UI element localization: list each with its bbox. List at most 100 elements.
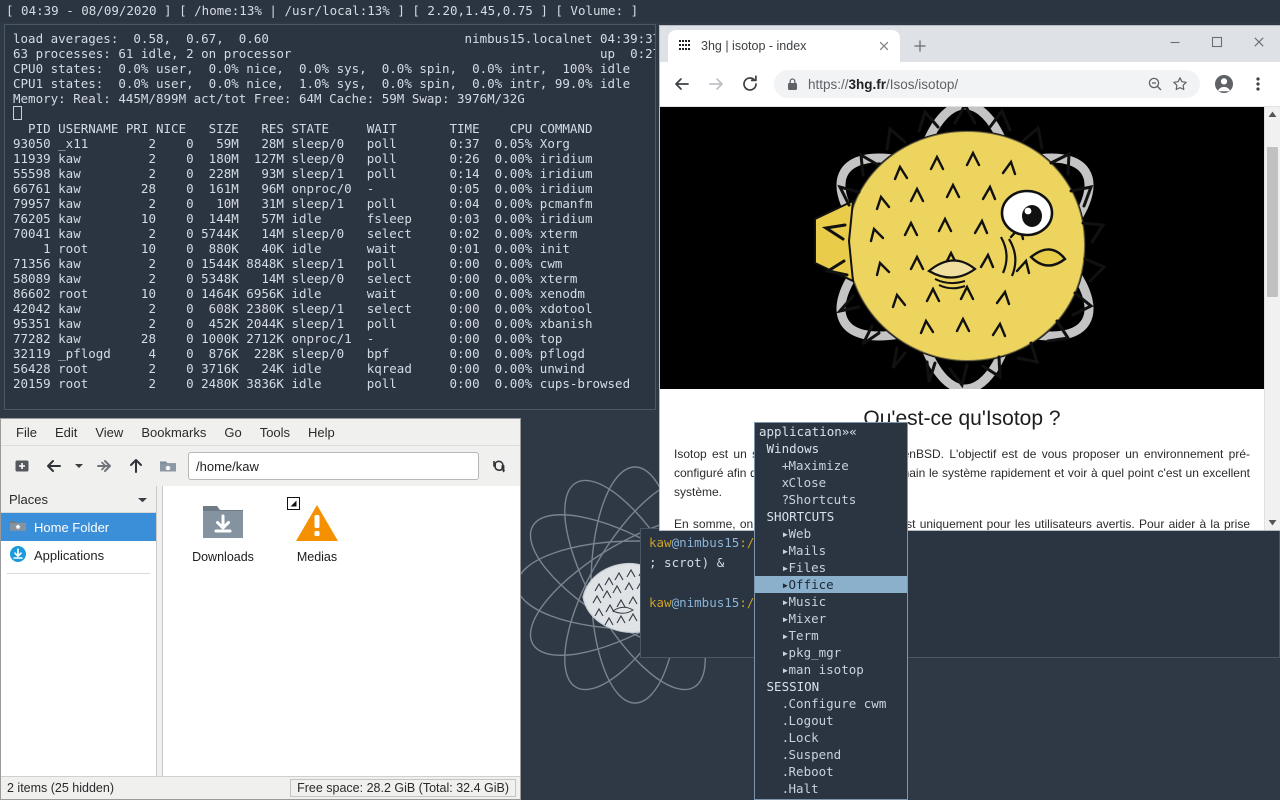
new-window-icon[interactable] xyxy=(7,451,37,481)
parent-folder-up-arrow-icon[interactable] xyxy=(121,451,151,481)
cwm-menu-item-close[interactable]: x Close xyxy=(755,474,907,491)
sidebar-item-home-label: Home Folder xyxy=(34,520,109,535)
cwm-menu-item-marker: ▸ xyxy=(759,628,781,643)
cwm-menu-item-pkg-mgr[interactable]: ▸ pkg_mgr xyxy=(755,644,907,661)
file-manager-toolbar: /home/kaw xyxy=(1,446,520,486)
menu-file[interactable]: File xyxy=(7,422,46,443)
cwm-menu-item-label: Mixer xyxy=(781,611,826,626)
menu-help[interactable]: Help xyxy=(299,422,344,443)
grid-dots-favicon-icon xyxy=(679,39,693,54)
file-listing-pane[interactable]: Downloads Medias xyxy=(163,486,520,776)
browser-tab[interactable]: 3hg | isotop - index xyxy=(668,30,900,62)
forward-arrow-icon[interactable] xyxy=(89,451,119,481)
cwm-menu-item-label: Logout xyxy=(781,713,834,728)
menu-edit[interactable]: Edit xyxy=(46,422,86,443)
cwm-menu-item-marker: . xyxy=(759,730,781,745)
cwm-menu-item-shortcuts[interactable]: ? Shortcuts xyxy=(755,491,907,508)
cwm-menu-item-man-isotop[interactable]: ▸ man isotop xyxy=(755,661,907,678)
cwm-menu-section-session: SESSION xyxy=(755,678,907,695)
cwm-menu-item-office[interactable]: ▸ Office xyxy=(755,576,907,593)
web-page[interactable]: Ou'est-ce qu'Isotop ? Isotop est un scri… xyxy=(660,107,1264,530)
browser-back-icon[interactable] xyxy=(666,68,698,100)
lock-icon[interactable] xyxy=(786,77,799,92)
new-tab-plus-icon[interactable] xyxy=(906,32,934,60)
cwm-menu-item-mails[interactable]: ▸ Mails xyxy=(755,542,907,559)
cwm-menu-item-marker: . xyxy=(759,713,781,728)
cwm-menu-item-label: Shortcuts xyxy=(781,492,856,507)
page-scrollbar[interactable] xyxy=(1264,107,1280,530)
sidebar-item-home-folder[interactable]: Home Folder xyxy=(1,513,156,541)
sidebar-item-applications[interactable]: Applications xyxy=(1,541,156,569)
minimize-icon[interactable] xyxy=(1154,26,1196,58)
browser-window[interactable]: 3hg | isotop - index xyxy=(660,26,1280,530)
cwm-menu-item-marker: ▸ xyxy=(759,526,781,541)
cwm-menu-item-marker: . xyxy=(759,696,781,711)
cwm-menu-item-files[interactable]: ▸ Files xyxy=(755,559,907,576)
profile-avatar-icon[interactable] xyxy=(1208,68,1240,100)
path-input[interactable]: /home/kaw xyxy=(188,452,479,480)
terminal-line: ; scrot) & xyxy=(649,555,724,570)
back-arrow-icon[interactable] xyxy=(39,451,69,481)
cwm-menu-item-label: Halt xyxy=(781,781,819,796)
places-chevron-down-icon[interactable] xyxy=(137,492,148,507)
places-header[interactable]: Places xyxy=(1,486,156,513)
terminal-cursor xyxy=(13,106,22,120)
scroll-down-arrow-icon[interactable] xyxy=(1265,515,1280,530)
history-chevron-down-icon[interactable] xyxy=(71,451,87,481)
menu-go[interactable]: Go xyxy=(215,422,250,443)
zoom-out-icon[interactable] xyxy=(1147,76,1163,92)
symlink-badge-icon xyxy=(287,497,300,510)
file-item-medias-label: Medias xyxy=(297,550,337,564)
menu-view[interactable]: View xyxy=(86,422,132,443)
xterm-window-background[interactable]: kaw@nimbus15:/ram/home/kaw ; scrot) & ka… xyxy=(640,528,1280,658)
cwm-menu-body: Windows + Maximize x Close ? Shortcuts S… xyxy=(755,440,907,797)
cwm-menu-item-lock[interactable]: . Lock xyxy=(755,729,907,746)
file-manager-body: Places Home Folder Applications xyxy=(1,486,520,776)
cwm-menu-item-logout[interactable]: . Logout xyxy=(755,712,907,729)
cwm-menu-item-music[interactable]: ▸ Music xyxy=(755,593,907,610)
file-item-downloads-label: Downloads xyxy=(192,550,254,564)
cwm-menu-item-maximize[interactable]: + Maximize xyxy=(755,457,907,474)
cwm-menu-item-halt[interactable]: . Halt xyxy=(755,780,907,797)
cwm-menu-item-configure-cwm[interactable]: . Configure cwm xyxy=(755,695,907,712)
xterm-window-top[interactable]: load averages: 0.58, 0.67, 0.60 nimbus15… xyxy=(4,24,656,410)
reload-icon[interactable] xyxy=(484,451,514,481)
maximize-icon[interactable] xyxy=(1196,26,1238,58)
sidebar-item-applications-label: Applications xyxy=(34,548,104,563)
cwm-menu-item-label: Term xyxy=(781,628,819,643)
cwm-menu-item-term[interactable]: ▸ Term xyxy=(755,627,907,644)
bookmark-star-icon[interactable] xyxy=(1172,76,1188,92)
three-dot-menu-icon[interactable] xyxy=(1242,68,1274,100)
cwm-menu-item-mixer[interactable]: ▸ Mixer xyxy=(755,610,907,627)
file-item-downloads[interactable]: Downloads xyxy=(185,500,261,564)
window-close-icon[interactable] xyxy=(1238,26,1280,58)
top-output: load averages: 0.58, 0.67, 0.60 nimbus15… xyxy=(5,25,655,397)
cwm-menu-item-label: Close xyxy=(781,475,826,490)
status-item-count: 2 items (25 hidden) xyxy=(3,781,118,795)
file-item-medias[interactable]: Medias xyxy=(279,500,355,564)
browser-forward-icon[interactable] xyxy=(700,68,732,100)
scrollbar-thumb[interactable] xyxy=(1267,147,1278,297)
cwm-menu-item-marker: ▸ xyxy=(759,611,781,626)
scroll-up-arrow-icon[interactable] xyxy=(1265,107,1280,122)
url-path: /Isos/isotop/ xyxy=(886,77,958,92)
browser-toolbar: https://3hg.fr/Isos/isotop/ xyxy=(660,62,1280,107)
cwm-menu-item-suspend[interactable]: . Suspend xyxy=(755,746,907,763)
menu-bookmarks[interactable]: Bookmarks xyxy=(132,422,215,443)
cwm-application-menu[interactable]: application»« Windows + Maximize x Close… xyxy=(754,422,908,800)
file-manager-statusbar: 2 items (25 hidden) Free space: 28.2 GiB… xyxy=(1,776,520,799)
hero-image-openbsd-puffy-atom xyxy=(660,107,1264,389)
cwm-menu-item-label: Office xyxy=(781,577,834,592)
tab-close-icon[interactable] xyxy=(876,38,892,54)
cwm-menu-item-reboot[interactable]: . Reboot xyxy=(755,763,907,780)
pcmanfm-window[interactable]: File Edit View Bookmarks Go Tools Help xyxy=(0,418,521,800)
browser-reload-icon[interactable] xyxy=(734,68,766,100)
menu-tools[interactable]: Tools xyxy=(251,422,299,443)
status-free-space: Free space: 28.2 GiB (Total: 32.4 GiB) xyxy=(290,779,516,797)
cwm-menu-item-web[interactable]: ▸ Web xyxy=(755,525,907,542)
places-sidebar: Places Home Folder Applications xyxy=(1,486,157,776)
home-folder-icon[interactable] xyxy=(153,451,183,481)
address-bar[interactable]: https://3hg.fr/Isos/isotop/ xyxy=(774,70,1200,98)
cwm-menu-item-marker: . xyxy=(759,747,781,762)
cwm-menu-item-label: Configure cwm xyxy=(781,696,886,711)
